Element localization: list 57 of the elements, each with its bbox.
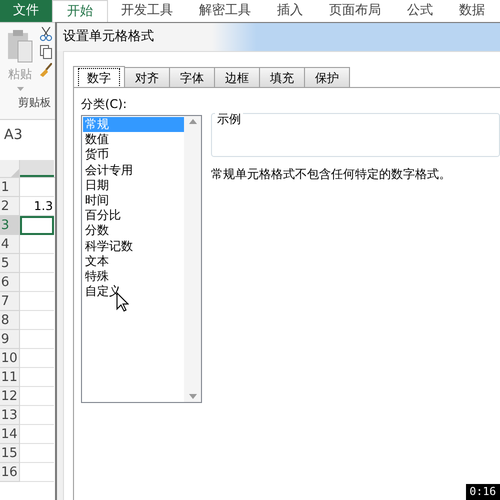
category-item[interactable]: 时间 — [83, 193, 184, 208]
ribbon-tab[interactable]: 公式 — [394, 0, 446, 22]
group-label: 剪贴板 — [18, 95, 51, 111]
table-cell[interactable]: 1.3 — [20, 197, 54, 216]
dialog-tab[interactable]: 边框 — [215, 67, 260, 87]
ribbon-tab[interactable]: 开发工具 — [108, 0, 186, 22]
row-header[interactable]: 11 — [0, 368, 20, 387]
dialog-tab[interactable]: 对齐 — [125, 67, 170, 87]
category-item[interactable]: 科学记数 — [83, 238, 184, 254]
row-header[interactable]: 14 — [0, 425, 20, 444]
paste-icon[interactable] — [6, 29, 34, 63]
row-header[interactable]: 10 — [0, 349, 20, 368]
ribbon-tab[interactable]: 插入 — [264, 0, 316, 22]
row-header[interactable]: 9 — [0, 330, 20, 349]
row-header[interactable]: 16 — [0, 463, 20, 482]
row-header[interactable]: 2 — [0, 197, 20, 216]
row-header[interactable]: 15 — [0, 444, 20, 463]
row-header[interactable]: 13 — [0, 406, 20, 425]
dialog-title: 设置单元格格式 — [63, 28, 154, 46]
row-header[interactable]: 12 — [0, 387, 20, 406]
row-header[interactable]: 3 — [0, 216, 20, 235]
name-box[interactable]: A3 — [4, 124, 22, 146]
video-timestamp: 0:16 — [466, 484, 500, 500]
ribbon-tab[interactable]: 页面布局 — [316, 0, 394, 22]
table-cell[interactable] — [20, 216, 54, 235]
file-tab[interactable]: 文件 — [0, 0, 52, 22]
category-item[interactable]: 文本 — [83, 254, 184, 270]
category-item[interactable]: 数值 — [83, 132, 184, 148]
format-description: 常规单元格格式不包含任何特定的数字格式。 — [211, 166, 452, 183]
ribbon-tab[interactable]: 解密工具 — [186, 0, 264, 22]
ribbon-tab[interactable]: 开始 — [52, 0, 108, 22]
brush-icon[interactable] — [40, 63, 52, 77]
scrollbar[interactable] — [184, 116, 201, 402]
category-item[interactable]: 特殊 — [83, 269, 184, 284]
row-header[interactable]: 8 — [0, 311, 20, 330]
caret-icon[interactable] — [16, 87, 24, 91]
dialog-tab[interactable]: 字体 — [170, 67, 215, 87]
dialog-tab[interactable]: 保护 — [305, 67, 350, 87]
row-header[interactable]: 7 — [0, 292, 20, 311]
dialog-tab[interactable]: 填充 — [260, 67, 305, 87]
category-label: 分类(C): — [81, 96, 128, 112]
category-item[interactable]: 货币 — [83, 147, 184, 163]
copy-icon[interactable] — [40, 45, 52, 59]
row-header[interactable]: 6 — [0, 273, 20, 292]
category-item[interactable]: 日期 — [83, 178, 184, 194]
row-header[interactable]: 5 — [0, 254, 20, 273]
ribbon-tab[interactable]: 数据 — [446, 0, 498, 22]
dialog-tab[interactable]: 数字 — [73, 66, 125, 88]
scroll-down-icon[interactable] — [188, 394, 196, 399]
row-header[interactable]: 4 — [0, 235, 20, 254]
row-header[interactable]: 1 — [0, 178, 20, 197]
category-item[interactable]: 百分比 — [83, 208, 184, 224]
column-header[interactable] — [20, 160, 54, 177]
sample-label: 示例 — [215, 112, 243, 126]
category-item[interactable]: 分数 — [83, 223, 184, 239]
category-item[interactable]: 会计专用 — [83, 162, 184, 178]
scissors-icon[interactable] — [40, 27, 52, 41]
